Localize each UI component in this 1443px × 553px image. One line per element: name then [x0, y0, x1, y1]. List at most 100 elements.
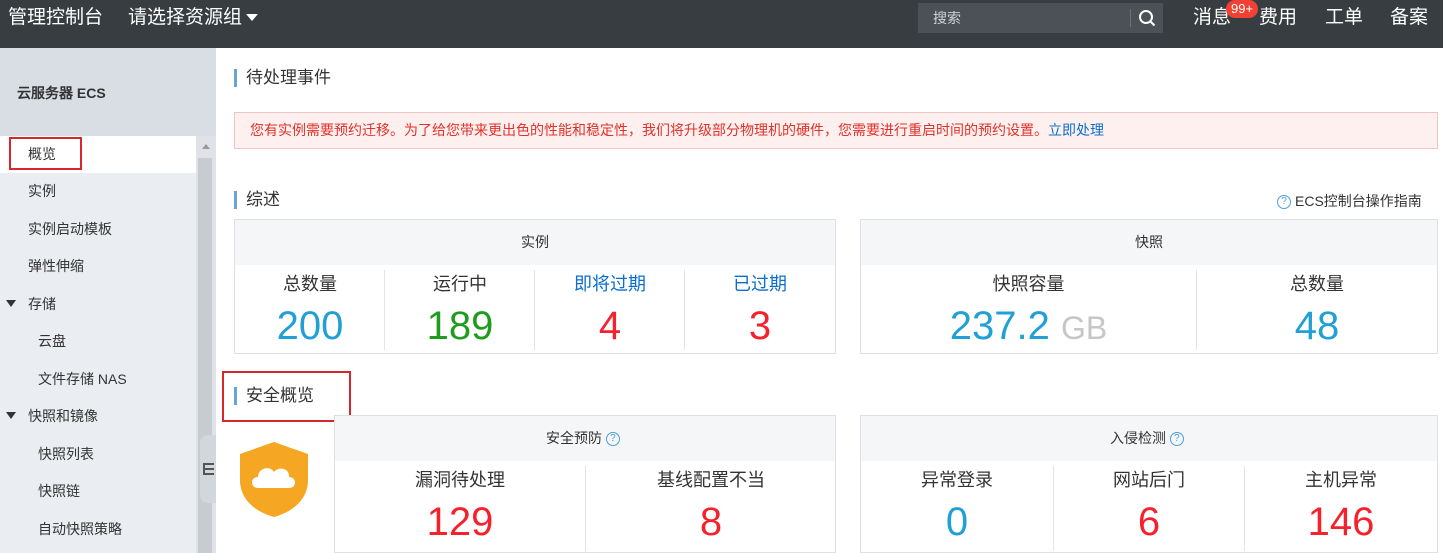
sidebar-item-label: 文件存储 NAS [38, 371, 127, 387]
metric-value: 237.2 GB [861, 302, 1196, 352]
collapse-menu-icon [203, 463, 214, 475]
search-icon [1139, 10, 1156, 27]
metric-label: 异常登录 [921, 470, 993, 490]
sidebar-group-snapshots-images[interactable]: 快照和镜像 [0, 398, 196, 435]
sidebar-menu: 概览 实例 实例启动模板 弹性伸缩 存储 云盘 文件存储 NAS 快照和镜像 快… [0, 136, 196, 553]
metric-label: 漏洞待处理 [415, 470, 505, 490]
billing-link[interactable]: 费用 [1259, 6, 1297, 30]
metric-host-anomalies[interactable]: 主机异常 146 [1245, 468, 1437, 546]
metric-label[interactable]: 已过期 [685, 272, 835, 296]
metric-label: 网站后门 [1113, 470, 1185, 490]
metric-expiring-instances[interactable]: 即将过期 4 [535, 272, 685, 350]
console-guide-link[interactable]: ? ECS控制台操作指南 [1277, 191, 1422, 211]
filing-link[interactable]: 备案 [1390, 6, 1428, 30]
metric-value: 8 [699, 500, 723, 544]
sidebar-header: 云服务器 ECS [0, 48, 216, 136]
sidebar-item-snapshot-list[interactable]: 快照列表 [0, 436, 196, 473]
sidebar-item-label: 弹性伸缩 [28, 258, 84, 274]
migration-alert-banner: 您有实例需要预约迁移。为了给您带来更出色的性能和稳定性，我们将升级部分物理机的硬… [234, 112, 1438, 149]
snapshots-card: 快照 快照容量 237.2 GB 总数量 48 [860, 219, 1438, 354]
sidebar-title: 云服务器 ECS [17, 85, 106, 101]
sidebar-item-label: 快照列表 [38, 446, 94, 462]
triangle-down-icon [6, 412, 16, 419]
metric-value: 6 [1137, 500, 1161, 544]
metric-value: 189 [426, 304, 494, 348]
metric-total-instances[interactable]: 总数量 200 [235, 272, 385, 350]
sidebar: 云服务器 ECS 概览 实例 实例启动模板 弹性伸缩 存储 云盘 文件存储 NA… [0, 48, 216, 553]
metric-running-instances[interactable]: 运行中 189 [385, 272, 535, 350]
top-navigation-bar: 管理控制台 请选择资源组 消息 99+ 费用 工单 备案 [0, 0, 1443, 48]
card-header-label: 入侵检测 [1110, 430, 1167, 446]
sidebar-item-auto-scaling[interactable]: 弹性伸缩 [0, 248, 196, 285]
sidebar-item-label: 快照链 [38, 483, 80, 499]
section-title-overview: 综述 [234, 189, 280, 211]
metric-pending-vulnerabilities[interactable]: 漏洞待处理 129 [335, 468, 585, 546]
card-header-label: 安全预防 [546, 430, 603, 446]
resource-group-label: 请选择资源组 [128, 7, 243, 28]
metric-value: 200 [276, 304, 344, 348]
ticket-link[interactable]: 工单 [1325, 6, 1363, 30]
search-input[interactable] [918, 3, 1130, 33]
metric-value: 129 [426, 500, 494, 544]
metric-label: 总数量 [1290, 274, 1344, 294]
metric-website-backdoors[interactable]: 网站后门 6 [1054, 468, 1244, 546]
sidebar-item-label: 实例启动模板 [28, 221, 112, 237]
sidebar-group-storage[interactable]: 存储 [0, 286, 196, 323]
highlight-box-security [222, 371, 351, 422]
console-home-link[interactable]: 管理控制台 [8, 6, 103, 30]
metric-expired-instances[interactable]: 已过期 3 [685, 272, 835, 350]
metric-label: 快照容量 [992, 274, 1065, 294]
metric-label: 总数量 [283, 274, 337, 294]
scroll-up-icon[interactable] [202, 144, 210, 149]
sidebar-item-auto-snapshot-policy[interactable]: 自动快照策略 [0, 511, 196, 548]
alert-message: 您有实例需要预约迁移。为了给您带来更出色的性能和稳定性，我们将升级部分物理机的硬… [250, 122, 1048, 138]
sidebar-item-cloud-disk[interactable]: 云盘 [0, 323, 196, 360]
metric-label: 运行中 [433, 274, 487, 294]
sidebar-collapse-toggle[interactable] [200, 435, 216, 503]
security-shield-icon [240, 442, 308, 517]
help-icon[interactable]: ? [605, 432, 620, 447]
section-title-pending-events: 待处理事件 [234, 67, 331, 89]
metric-snapshot-capacity[interactable]: 快照容量 237.2 GB [861, 272, 1196, 352]
metric-baseline-misconfig[interactable]: 基线配置不当 8 [586, 468, 836, 546]
metric-label: 基线配置不当 [657, 470, 765, 490]
instances-card: 实例 总数量 200 运行中 189 即将过期 4 已过期 3 [234, 219, 836, 354]
metric-value: 0 [945, 500, 969, 544]
resource-group-selector[interactable]: 请选择资源组 [128, 6, 259, 30]
metric-value: 4 [598, 304, 622, 348]
card-header: 入侵检测 ? [861, 416, 1437, 461]
sidebar-item-label: 实例 [28, 183, 56, 199]
capacity-number: 237.2 [949, 304, 1050, 348]
messages-count-badge: 99+ [1226, 0, 1259, 18]
metric-snapshot-count[interactable]: 总数量 48 [1197, 272, 1437, 350]
sidebar-item-nas[interactable]: 文件存储 NAS [0, 361, 196, 398]
help-icon: ? [1277, 195, 1291, 210]
security-prevention-card: 安全预防 ? 漏洞待处理 129 基线配置不当 8 [334, 415, 836, 553]
sidebar-item-label: 快照和镜像 [28, 408, 98, 424]
metric-abnormal-logins[interactable]: 异常登录 0 [861, 468, 1053, 546]
search-box [918, 3, 1163, 33]
sidebar-item-label: 自动快照策略 [38, 521, 122, 537]
metric-label: 主机异常 [1305, 470, 1377, 490]
card-header: 安全预防 ? [335, 416, 835, 461]
guide-link-label: ECS控制台操作指南 [1295, 193, 1422, 209]
triangle-down-icon [6, 300, 16, 307]
capacity-unit: GB [1061, 310, 1108, 346]
caret-down-icon [246, 14, 259, 22]
sidebar-item-launch-templates[interactable]: 实例启动模板 [0, 211, 196, 248]
highlight-box-overview [9, 137, 82, 170]
search-button[interactable] [1131, 3, 1163, 33]
metric-value: 48 [1294, 304, 1340, 348]
sidebar-item-snapshot-chain[interactable]: 快照链 [0, 473, 196, 510]
card-header: 实例 [235, 220, 835, 265]
help-icon[interactable]: ? [1169, 432, 1184, 447]
sidebar-item-label: 云盘 [38, 333, 66, 349]
metric-value: 146 [1307, 500, 1375, 544]
metric-label[interactable]: 即将过期 [535, 272, 685, 296]
intrusion-detection-card: 入侵检测 ? 异常登录 0 网站后门 6 主机异常 146 [860, 415, 1438, 553]
sidebar-item-label: 存储 [28, 296, 56, 312]
card-header: 快照 [861, 220, 1437, 265]
metric-value: 3 [748, 304, 772, 348]
sidebar-item-instances[interactable]: 实例 [0, 173, 196, 210]
handle-now-link[interactable]: 立即处理 [1048, 122, 1104, 138]
